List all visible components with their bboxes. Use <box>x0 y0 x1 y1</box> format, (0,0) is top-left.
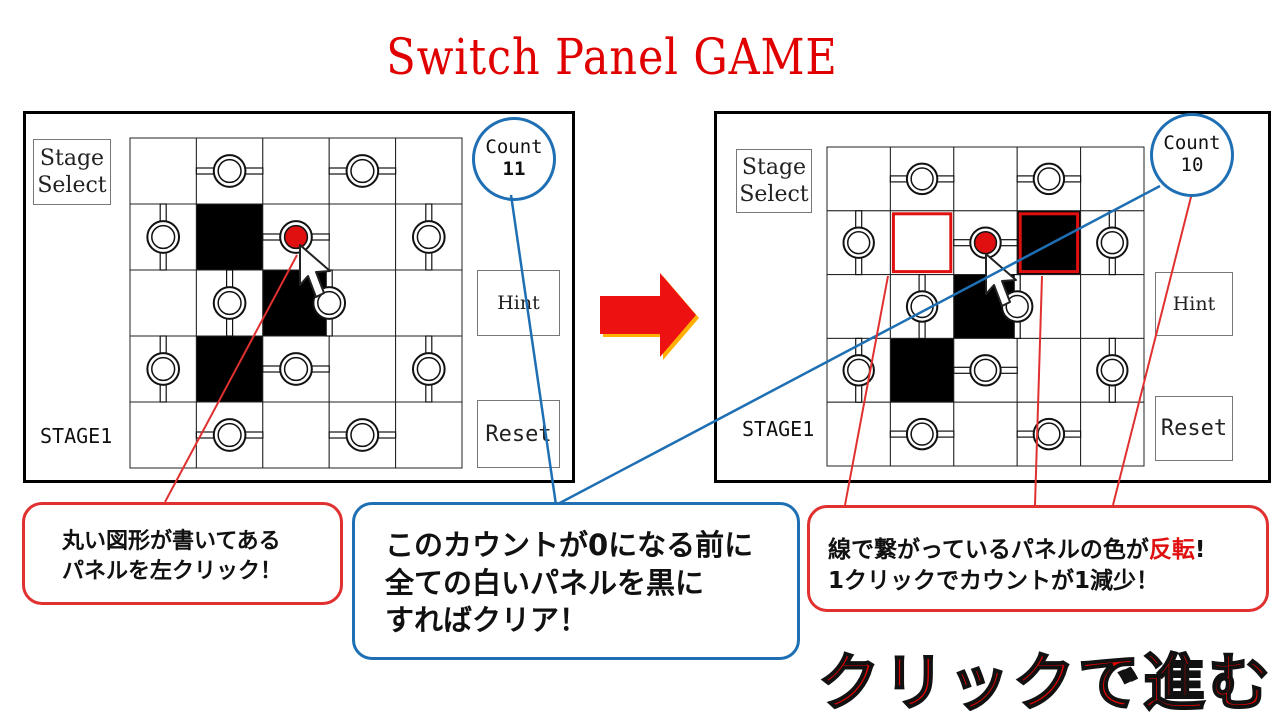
panel-cell[interactable] <box>129 269 197 337</box>
note-line: すればクリア！ <box>385 603 589 638</box>
panel-cell[interactable] <box>826 146 891 212</box>
panel-cell[interactable] <box>1080 401 1145 467</box>
panel-cell[interactable] <box>395 401 463 469</box>
panel-cell[interactable] <box>129 137 197 205</box>
panel-cell[interactable] <box>395 269 463 337</box>
switch-node-icon[interactable] <box>1096 226 1129 259</box>
panel-cell[interactable] <box>195 203 264 271</box>
panel-cell[interactable] <box>395 137 463 205</box>
switch-node-icon[interactable] <box>212 418 247 452</box>
switch-node-icon[interactable] <box>279 352 313 386</box>
note-line: このカウントが0になる前に <box>385 528 754 562</box>
panel-cell[interactable] <box>129 401 197 469</box>
switch-node-icon[interactable] <box>411 220 446 254</box>
switch-node-icon[interactable] <box>842 226 875 259</box>
panel-cell[interactable] <box>953 146 1018 212</box>
selected-node-icon[interactable] <box>279 220 313 254</box>
note-emphasis: 反転 <box>1148 537 1195 563</box>
switch-node-icon[interactable] <box>212 154 247 188</box>
advance-button[interactable]: クリックで進む <box>817 632 1273 722</box>
right-panel-board <box>826 146 1145 467</box>
count-label: Count <box>1163 132 1221 155</box>
panel-cell[interactable] <box>1080 146 1145 212</box>
connector-count-left <box>509 194 558 506</box>
switch-node-icon[interactable] <box>905 417 939 451</box>
switch-node-icon[interactable] <box>1096 354 1129 387</box>
switch-node-icon[interactable] <box>146 220 181 254</box>
panel-cell[interactable] <box>889 337 955 403</box>
panel-cell[interactable] <box>262 137 330 205</box>
count-value: 10 <box>1180 154 1204 176</box>
note-count-rule: このカウントが0になる前に 全ての白いパネルを黒に すればクリア！ <box>352 502 800 660</box>
panel-cell[interactable] <box>889 210 955 276</box>
panel-cell[interactable] <box>195 335 264 403</box>
note-line: 丸い図形が書いてある <box>62 529 281 554</box>
note-line: パネルを左クリック！ <box>62 558 283 584</box>
panel-cell[interactable] <box>1016 210 1082 276</box>
switch-node-icon[interactable] <box>345 418 380 452</box>
panel-cell[interactable] <box>953 401 1018 467</box>
switch-node-icon[interactable] <box>1032 162 1066 196</box>
switch-node-icon[interactable] <box>146 352 181 386</box>
panel-cell[interactable] <box>1080 274 1145 339</box>
note-invert-rule: 線で繋がっているパネルの色が反転! 1クリックでカウントが1減少！ <box>807 505 1269 612</box>
switch-node-icon[interactable] <box>411 352 446 386</box>
next-arrow-icon <box>600 273 699 360</box>
switch-node-icon[interactable] <box>212 286 247 320</box>
right-count-badge: Count 10 <box>1150 113 1234 197</box>
note-click-panel: 丸い図形が書いてある パネルを左クリック！ <box>22 502 343 605</box>
note-text: 線で繋がっているパネルの色が <box>828 537 1149 563</box>
switch-node-icon[interactable] <box>905 162 939 196</box>
note-line: 1クリックでカウントが1減少！ <box>828 568 1160 595</box>
note-line: 線で繋がっているパネルの色が反転! <box>828 535 1266 566</box>
panel-cell[interactable] <box>1016 337 1082 403</box>
panel-cell[interactable] <box>826 274 891 339</box>
note-text: ! <box>1194 537 1206 563</box>
panel-cell[interactable] <box>328 335 397 403</box>
panel-cell[interactable] <box>328 203 397 271</box>
note-line: 全ての白いパネルを黒に <box>385 565 705 600</box>
switch-node-icon[interactable] <box>345 154 380 188</box>
panel-cell[interactable] <box>262 401 330 469</box>
left-panel-board <box>129 137 463 469</box>
switch-node-icon[interactable] <box>969 354 1002 387</box>
